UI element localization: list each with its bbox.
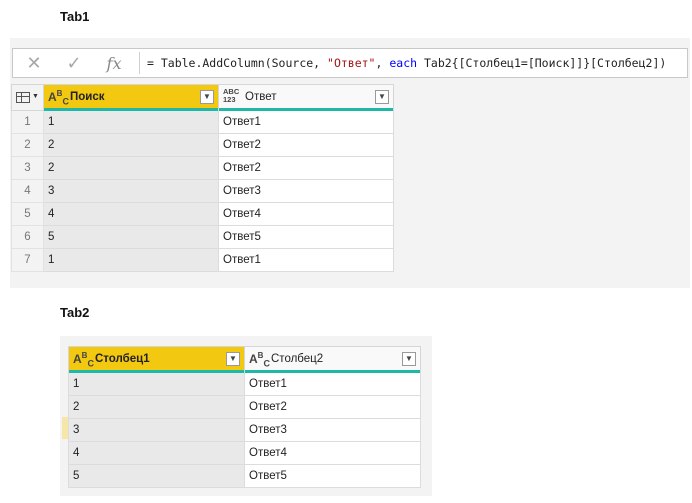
formula-part: = Table.AddColumn(Source, — [147, 56, 328, 70]
table-row: 5 4 Ответ4 — [11, 202, 394, 226]
formula-string: "Ответ" — [327, 56, 376, 70]
table-row: 2 Ответ2 — [68, 395, 421, 419]
table-row: 5 Ответ5 — [68, 464, 421, 488]
table-menu-button[interactable]: ▼ — [11, 84, 44, 111]
row-number[interactable]: 3 — [11, 156, 44, 180]
tab2-grid: ABC Столбец1 ▼ ABC Столбец2 ▼ 1 Ответ1 2О… — [68, 346, 421, 488]
text-type-icon: ABC — [48, 89, 69, 107]
column-header-column2[interactable]: ABC Столбец2 ▼ — [244, 346, 421, 373]
table-cell[interactable]: 1 — [68, 372, 245, 396]
table-cell[interactable]: 2 — [43, 156, 219, 180]
filter-dropdown-icon[interactable]: ▼ — [402, 352, 416, 366]
table-cell[interactable]: 4 — [43, 202, 219, 226]
table-icon — [16, 92, 30, 103]
table-cell[interactable]: 3 — [43, 179, 219, 203]
column-header-label: Ответ — [245, 91, 277, 103]
column-header-column1[interactable]: ABC Столбец1 ▼ — [68, 346, 245, 373]
column-header-search[interactable]: ABC Поиск ▼ — [43, 84, 219, 111]
table-row: 7 1 Ответ1 — [11, 248, 394, 272]
tab1-label: Tab1 — [60, 9, 90, 24]
table-row: 1 Ответ1 — [68, 372, 421, 396]
table-cell[interactable]: Ответ2 — [218, 156, 394, 180]
text-type-icon: ABC — [249, 351, 270, 369]
filter-dropdown-icon[interactable]: ▼ — [200, 90, 214, 104]
table-row: 6 5 Ответ5 — [11, 225, 394, 249]
table-cell[interactable]: Ответ5 — [218, 225, 394, 249]
table-cell[interactable]: 3 — [68, 418, 245, 442]
table-cell[interactable]: Ответ1 — [244, 372, 421, 396]
check-icon[interactable]: ✓ — [59, 49, 89, 77]
row-number[interactable]: 4 — [11, 179, 44, 203]
table-cell[interactable]: Ответ4 — [244, 441, 421, 465]
column-quality-bar — [44, 108, 218, 111]
tab2-label: Tab2 — [60, 305, 90, 320]
formula-part: , — [375, 56, 390, 70]
formula-keyword: each — [389, 56, 418, 70]
column-header-label: Столбец2 — [271, 353, 324, 365]
row-number[interactable]: 5 — [11, 202, 44, 226]
table-cell[interactable]: Ответ1 — [218, 248, 394, 272]
formula-input[interactable]: = Table.AddColumn(Source, "Ответ", each … — [147, 49, 666, 77]
table-row: 2 2 Ответ2 — [11, 133, 394, 157]
row-number[interactable]: 2 — [11, 133, 44, 157]
table-row: 4 Ответ4 — [68, 441, 421, 465]
column-header-label: Столбец1 — [95, 353, 150, 365]
table-cell[interactable]: Ответ2 — [218, 133, 394, 157]
table-cell[interactable]: 1 — [43, 110, 219, 134]
table-row: 4 3 Ответ3 — [11, 179, 394, 203]
formula-separator — [139, 52, 140, 74]
column-header-label: Поиск — [70, 91, 105, 103]
table-cell[interactable]: 1 — [43, 248, 219, 272]
filter-dropdown-icon[interactable]: ▼ — [226, 352, 240, 366]
column-quality-bar — [69, 370, 244, 373]
table-cell[interactable]: 5 — [68, 464, 245, 488]
formula-bar: ✕ ✓ fx = Table.AddColumn(Source, "Ответ"… — [12, 48, 688, 78]
table-row: 1 1 Ответ1 — [11, 110, 394, 134]
table-cell[interactable]: Ответ4 — [218, 202, 394, 226]
filter-dropdown-icon[interactable]: ▼ — [375, 90, 389, 104]
table-row: 3 2 Ответ2 — [11, 156, 394, 180]
close-icon[interactable]: ✕ — [19, 49, 49, 77]
row-number[interactable]: 6 — [11, 225, 44, 249]
table-cell[interactable]: Ответ1 — [218, 110, 394, 134]
table-cell[interactable]: Ответ3 — [244, 418, 421, 442]
row-number[interactable]: 7 — [11, 248, 44, 272]
formula-part: Tab2{[Столбец1=[Поиск]]}[Столбец2]) — [417, 56, 667, 70]
fx-icon[interactable]: fx — [99, 49, 129, 77]
table-row: 3 Ответ3 — [68, 418, 421, 442]
table-cell[interactable]: 5 — [43, 225, 219, 249]
table-cell[interactable]: 4 — [68, 441, 245, 465]
tab1-grid: ▼ ABC Поиск ▼ ABC 123 Ответ ▼ 1 1 Ответ1 22… — [11, 84, 394, 272]
table-cell[interactable]: 2 — [43, 133, 219, 157]
chevron-down-icon: ▼ — [32, 93, 39, 100]
column-header-answer[interactable]: ABC 123 Ответ ▼ — [218, 84, 394, 111]
text-type-icon: ABC — [73, 351, 94, 369]
table-cell[interactable]: Ответ5 — [244, 464, 421, 488]
column-quality-bar — [219, 108, 393, 111]
table-cell[interactable]: 2 — [68, 395, 245, 419]
table-cell[interactable]: Ответ2 — [244, 395, 421, 419]
table-cell[interactable]: Ответ3 — [218, 179, 394, 203]
column-quality-bar — [245, 370, 420, 373]
any-type-icon: ABC 123 — [223, 87, 240, 104]
row-number[interactable]: 1 — [11, 110, 44, 134]
